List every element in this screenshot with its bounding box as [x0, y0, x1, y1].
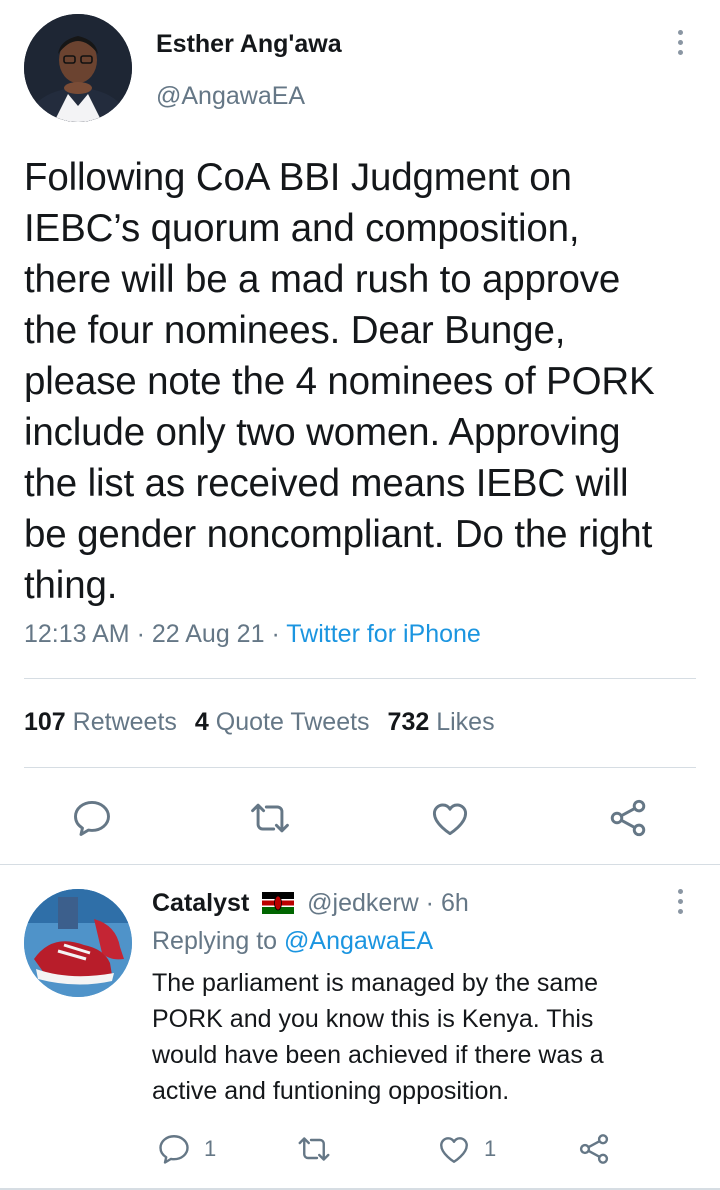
reply-like-button[interactable]: 1	[436, 1129, 496, 1169]
kenya-flag-icon	[262, 892, 295, 914]
divider	[24, 678, 696, 679]
reply-reply-button[interactable]: 1	[156, 1129, 216, 1169]
retweet-icon	[298, 1137, 330, 1161]
share-icon	[579, 1134, 609, 1164]
reply-count: 1	[204, 1136, 217, 1161]
reply-text: The parliament is managed by the same PO…	[152, 965, 692, 1109]
replying-to: Replying to @AngawaEA	[152, 927, 434, 955]
reply-author-handle[interactable]: @jedkerw	[307, 889, 419, 917]
reply-header: Catalyst @jedkerw · 6h	[152, 889, 469, 917]
tweet-date: 22 Aug 21	[151, 620, 265, 648]
reply-icon	[159, 1135, 189, 1164]
reply-retweet-button[interactable]	[296, 1129, 332, 1169]
tweet-text: Following CoA BBI Judgment on IEBC’s quo…	[24, 152, 700, 611]
main-tweet: Esther Ang'awa @AngawaEA Following CoA B…	[0, 0, 720, 864]
like-icon	[440, 1137, 468, 1163]
like-icon[interactable]	[428, 796, 472, 840]
retweet-icon[interactable]	[248, 796, 292, 840]
tweet-time: 12:13 AM	[24, 620, 130, 648]
quotes-stat[interactable]: 4 Quote Tweets	[195, 708, 370, 736]
reply-tweet[interactable]: Catalyst @jedkerw · 6h Replying to @Anga…	[0, 865, 720, 1190]
reply-author-name[interactable]: Catalyst	[152, 889, 249, 917]
tweet-text-line: Following CoA BBI Judgment on	[24, 156, 572, 199]
tweet-text-line: be gender noncompliant. Do the right	[24, 513, 653, 556]
tweet-meta: 12:13 AM · 22 Aug 21 · Twitter for iPhon…	[24, 620, 481, 648]
retweets-stat[interactable]: 107 Retweets	[24, 708, 177, 736]
divider	[24, 767, 696, 768]
tweet-text-line: the four nominees. Dear Bunge,	[24, 309, 566, 352]
more-options-icon[interactable]	[668, 30, 692, 64]
reply-time: 6h	[440, 889, 469, 917]
tweet-text-line: thing.	[24, 564, 118, 607]
like-count: 1	[484, 1136, 497, 1161]
tweet-text-line: the list as received means IEBC will	[24, 462, 629, 505]
reply-text-line: The parliament is managed by the same	[152, 969, 599, 997]
reply-text-line: would have been achieved if there was a	[152, 1041, 604, 1069]
tweet-text-line: IEBC’s quorum and composition,	[24, 207, 580, 250]
tweet-stats: 107 Retweets 4 Quote Tweets 732 Likes	[24, 708, 495, 737]
reply-text-line: active and funtioning opposition.	[152, 1077, 510, 1105]
tweet-source-link[interactable]: Twitter for iPhone	[286, 620, 481, 648]
reply-icon[interactable]	[70, 796, 114, 840]
reply-text-line: PORK and you know this is Kenya. This	[152, 1005, 594, 1033]
author-name[interactable]: Esther Ang'awa	[156, 30, 342, 59]
likes-stat[interactable]: 732 Likes	[388, 708, 495, 736]
reply-avatar[interactable]	[24, 889, 132, 997]
reply-more-options-icon[interactable]	[668, 889, 692, 923]
share-icon[interactable]	[606, 796, 650, 840]
tweet-text-line: include only two women. Approving	[24, 411, 621, 454]
tweet-text-line: please note the 4 nominees of PORK	[24, 360, 655, 403]
tweet-text-line: there will be a mad rush to approve	[24, 258, 621, 301]
author-handle[interactable]: @AngawaEA	[156, 82, 305, 111]
reply-share-button[interactable]	[576, 1129, 612, 1169]
author-avatar[interactable]	[24, 14, 132, 122]
replying-to-link[interactable]: @AngawaEA	[284, 927, 433, 955]
